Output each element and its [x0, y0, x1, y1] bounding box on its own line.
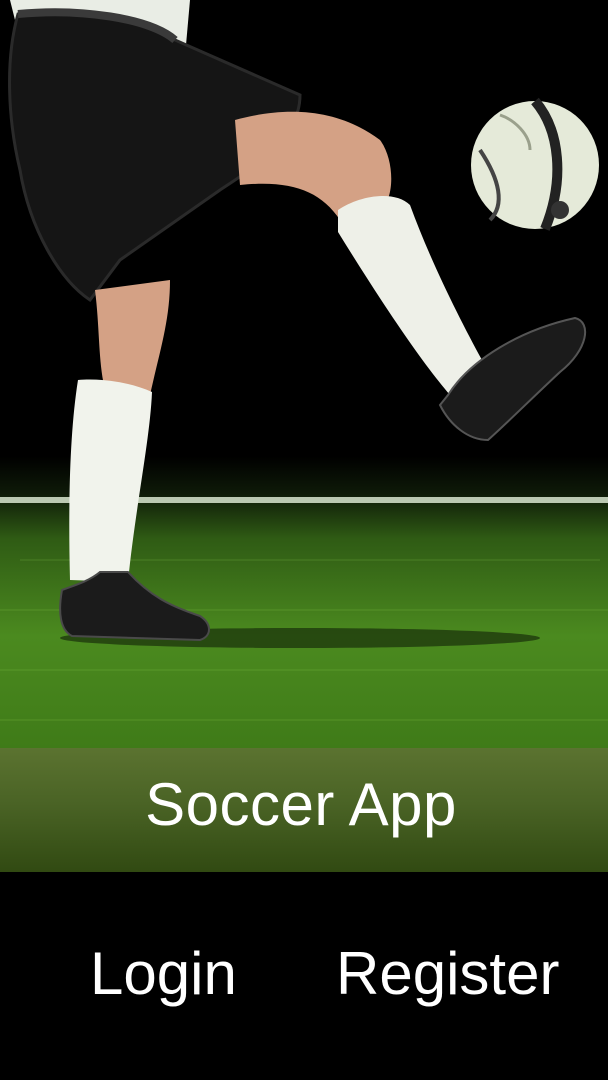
app-title: Soccer App	[145, 770, 457, 838]
soccer-player-illustration	[0, 0, 608, 721]
login-button[interactable]: Login	[90, 944, 237, 1004]
auth-actions: Login Register	[0, 872, 608, 1080]
register-button[interactable]: Register	[336, 944, 559, 1004]
app-title-banner: Soccer App	[0, 748, 608, 872]
hero-image	[0, 0, 608, 748]
standing-sock	[69, 379, 152, 582]
soccer-ball-icon	[471, 97, 599, 231]
standing-boot	[59, 571, 210, 642]
kicking-sock	[338, 195, 482, 395]
standing-leg	[95, 280, 170, 395]
